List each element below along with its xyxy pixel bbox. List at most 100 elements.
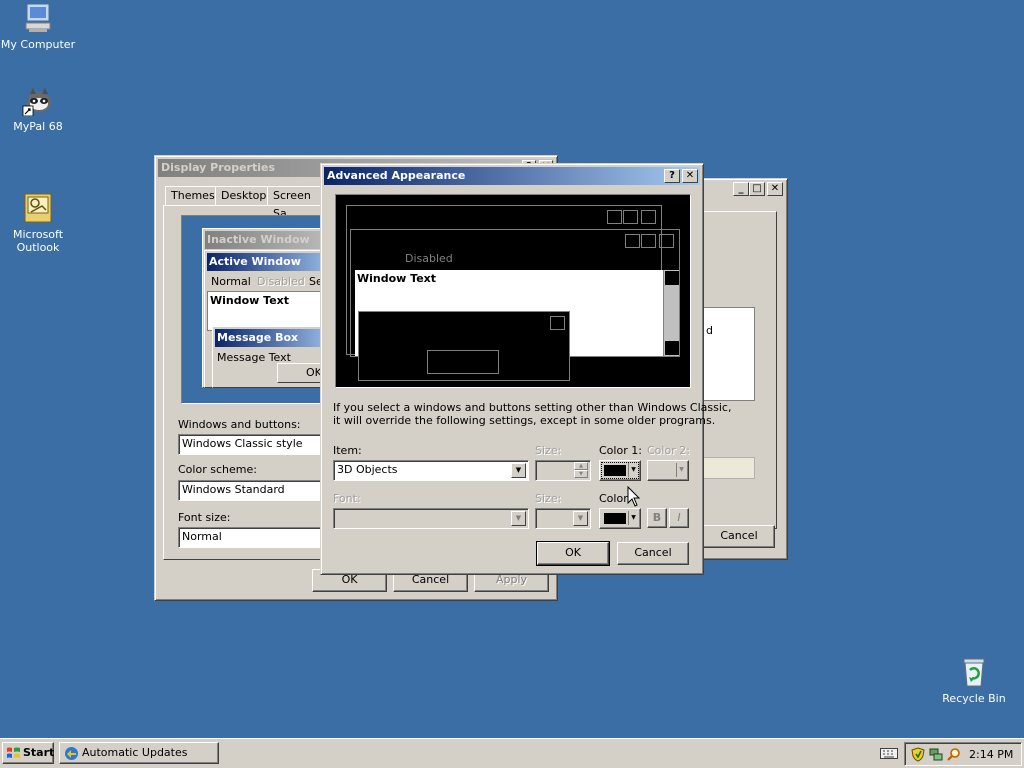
color2-picker[interactable]: ▼ (647, 460, 689, 481)
preview-msgbox-button (427, 350, 499, 374)
title-bar[interactable]: Advanced Appearance ? ✕ (324, 167, 700, 185)
window-title: Display Properties (161, 161, 276, 174)
font-select[interactable]: ▼ (333, 508, 529, 529)
ok-button[interactable]: OK (536, 541, 610, 566)
font-size-select[interactable]: Normal (178, 527, 328, 548)
cancel-button[interactable]: Cancel (703, 525, 775, 548)
desktop-icon-recycle-bin[interactable]: Recycle Bin (936, 656, 1012, 705)
search-icon[interactable] (947, 747, 961, 762)
item-select[interactable]: 3D Objects ▼ (333, 460, 529, 481)
info-line-2: it will override the following settings,… (333, 414, 716, 427)
taskbar-button-label: Automatic Updates (82, 746, 188, 759)
automatic-updates-icon (65, 747, 78, 760)
outlook-icon (22, 179, 54, 223)
close-button[interactable]: ✕ (767, 182, 783, 196)
color-scheme-label: Color scheme: (178, 463, 257, 476)
font-size-label: Font size: (178, 511, 231, 524)
mypal-raccoon-icon (22, 84, 54, 117)
network-icon[interactable] (929, 747, 943, 762)
color2-label: Color 2: (647, 444, 690, 457)
italic-button[interactable]: I (669, 508, 689, 528)
item-select-value: 3D Objects (337, 463, 398, 476)
font-label: Font: (333, 492, 361, 505)
system-tray: 2:14 PM (904, 742, 1022, 766)
font-color-swatch (604, 513, 626, 524)
font-size-label: Size: (535, 492, 562, 505)
desktop-icon-mypal[interactable]: MyPal 68 (0, 84, 76, 133)
dialog-title: Advanced Appearance (327, 169, 466, 182)
chevron-down-icon[interactable]: ▼ (573, 511, 588, 526)
keyboard-icon[interactable] (880, 747, 898, 760)
preview-close-box (641, 210, 656, 224)
minimize-button[interactable]: _ (733, 182, 749, 196)
preview-menu-disabled: Disabled (257, 275, 305, 288)
color-bar (703, 457, 755, 479)
desktop-icon-outlook[interactable]: Microsoft Outlook (0, 166, 76, 267)
preview-window-text: Window Text (210, 294, 290, 307)
chevron-down-icon: ▼ (676, 463, 686, 477)
spin-down-icon[interactable]: ▼ (574, 470, 588, 478)
help-button[interactable]: ? (664, 169, 680, 183)
clock[interactable]: 2:14 PM (969, 748, 1013, 761)
taskbar-button-automatic-updates[interactable]: Automatic Updates (59, 742, 219, 764)
appearance-preview: Inactive Window Active Window Normal Dis… (181, 215, 344, 404)
desktop-icon-label: My Computer (0, 38, 76, 51)
preview-max-box (641, 234, 656, 248)
partial-text: d (706, 324, 713, 337)
advanced-preview: Disabled Window Text (335, 194, 691, 388)
preview-scroll-up (665, 271, 679, 285)
preview-area: d (703, 307, 755, 401)
windows-logo-icon (7, 747, 20, 758)
preview-window-text: Window Text (357, 272, 437, 285)
desktop-icon-my-computer[interactable]: My Computer (0, 2, 76, 51)
start-button[interactable]: Start (2, 742, 54, 764)
recycle-bin-icon (958, 656, 990, 688)
preview-min-box (607, 210, 622, 224)
color1-label: Color 1: (599, 444, 642, 457)
windows-buttons-label: Windows and buttons: (178, 418, 301, 431)
preview-msgbox-close (550, 316, 565, 330)
size-label: Size: (535, 444, 562, 457)
preview-scrollbar (663, 270, 679, 356)
windows-buttons-select[interactable]: Windows Classic style (178, 434, 328, 455)
chevron-down-icon: ▼ (628, 463, 638, 477)
maximize-button[interactable]: □ (749, 182, 765, 196)
preview-disabled-text: Disabled (405, 252, 453, 265)
start-label: Start (23, 746, 55, 759)
preview-scroll-down (665, 341, 679, 355)
background-window[interactable]: _ □ ✕ d Cancel (690, 178, 788, 560)
desktop-icon-label: Recycle Bin (942, 692, 1006, 705)
my-computer-icon (22, 2, 54, 34)
chevron-down-icon[interactable]: ▼ (511, 511, 526, 526)
color1-swatch (604, 465, 626, 476)
color1-picker[interactable]: ▼ (599, 460, 641, 481)
preview-caption-buttons (625, 234, 675, 248)
spin-up-icon[interactable]: ▲ (574, 462, 588, 470)
preview-message-box (358, 311, 570, 381)
tab-screen-saver[interactable]: Screen Sa (267, 186, 327, 220)
mouse-cursor-icon (627, 486, 641, 507)
tab-desktop[interactable]: Desktop (215, 186, 273, 206)
taskbar: Start Automatic Updates 2:14 PM (0, 738, 1024, 768)
preview-caption-buttons (607, 210, 657, 224)
font-color-picker[interactable]: ▼ (599, 508, 641, 529)
font-size-select[interactable]: ▼ (535, 508, 591, 529)
chevron-down-icon[interactable]: ▼ (511, 463, 526, 478)
desktop-icon-label: MyPal 68 (13, 120, 63, 133)
desktop-icon-label: Microsoft Outlook (12, 228, 64, 254)
tab-themes[interactable]: Themes (165, 186, 221, 206)
chevron-down-icon: ▼ (628, 511, 638, 525)
size-spinner[interactable]: ▲ ▼ (535, 460, 591, 481)
preview-close-box (659, 234, 674, 248)
info-line-1: If you select a windows and buttons sett… (333, 401, 732, 414)
preview-min-box (625, 234, 640, 248)
bold-button[interactable]: B (647, 508, 667, 528)
preview-menu-normal: Normal (211, 275, 251, 288)
preview-max-box (623, 210, 638, 224)
advanced-appearance-dialog[interactable]: Advanced Appearance ? ✕ Disabled Window … (320, 163, 731, 575)
close-button[interactable]: ✕ (682, 169, 698, 183)
item-label: Item: (333, 444, 362, 457)
security-shield-icon[interactable] (911, 747, 925, 762)
cancel-button[interactable]: Cancel (617, 542, 689, 565)
color-scheme-select[interactable]: Windows Standard (178, 480, 328, 501)
